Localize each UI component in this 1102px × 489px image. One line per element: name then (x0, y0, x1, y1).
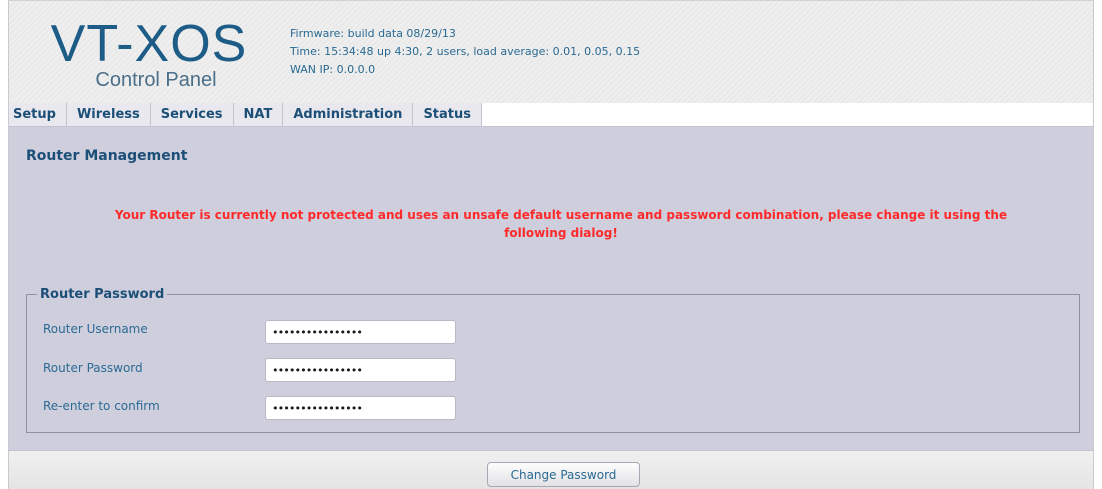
tab-services[interactable]: Services (150, 103, 234, 126)
page-title: Router Management (26, 148, 188, 164)
confirm-password-input[interactable] (265, 396, 456, 420)
main-content: Router Management Your Router is current… (9, 127, 1093, 450)
wan-ip-info: WAN IP: 0.0.0.0 (290, 63, 376, 76)
router-password-input[interactable] (265, 358, 456, 382)
router-password-label: Router Password (43, 361, 143, 375)
security-warning: Your Router is currently not protected a… (39, 206, 1083, 242)
tab-setup[interactable]: Setup (9, 103, 67, 126)
router-username-label: Router Username (43, 322, 148, 336)
logo: VT-XOS Control Panel (49, 17, 249, 92)
logo-title: VT-XOS (50, 15, 248, 73)
firmware-info: Firmware: build data 08/29/13 (290, 27, 456, 40)
warning-line-2: following dialog! (504, 226, 618, 240)
footer-bar: Change Password (9, 450, 1093, 489)
uptime-info: Time: 15:34:48 up 4:30, 2 users, load av… (290, 45, 641, 58)
tab-wireless[interactable]: Wireless (66, 103, 151, 126)
tab-status[interactable]: Status (413, 103, 482, 126)
router-password-fieldset: Router Password Router Username Router P… (26, 287, 1080, 433)
confirm-password-label: Re-enter to confirm (43, 399, 160, 413)
header: VT-XOS Control Panel Firmware: build dat… (9, 0, 1093, 103)
change-password-button[interactable]: Change Password (487, 462, 640, 487)
main-tab-bar: Setup Wireless Services NAT Administrati… (9, 103, 1093, 127)
system-info: Firmware: build data 08/29/13 Time: 15:3… (290, 25, 640, 79)
router-username-input[interactable] (265, 320, 456, 344)
tab-administration[interactable]: Administration (283, 103, 414, 126)
warning-line-1: Your Router is currently not protected a… (114, 208, 1008, 222)
fieldset-legend: Router Password (40, 287, 165, 302)
tab-nat[interactable]: NAT (233, 103, 284, 126)
control-panel-frame: VT-XOS Control Panel Firmware: build dat… (8, 0, 1094, 489)
